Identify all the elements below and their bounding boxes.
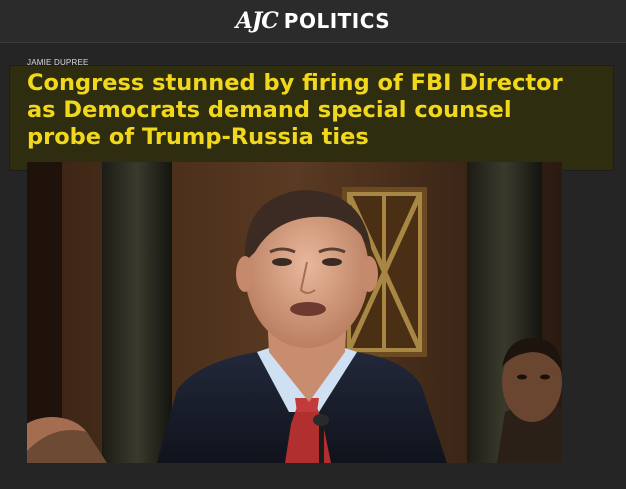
article-photo[interactable] xyxy=(27,162,562,463)
headline-banner: Congress stunned by firing of FBI Direct… xyxy=(10,66,613,170)
ajc-politics-logo[interactable]: AJC POLITICS xyxy=(236,8,390,34)
article-headline[interactable]: Congress stunned by firing of FBI Direct… xyxy=(27,70,587,151)
hearing-photo-illustration xyxy=(27,162,562,463)
section-title: POLITICS xyxy=(283,9,391,33)
top-navigation-bar: AJC POLITICS xyxy=(0,0,626,43)
page: AJC POLITICS JAMIE DUPREE Congress stunn… xyxy=(0,0,626,489)
ajc-logo-mark: AJC xyxy=(235,8,279,34)
